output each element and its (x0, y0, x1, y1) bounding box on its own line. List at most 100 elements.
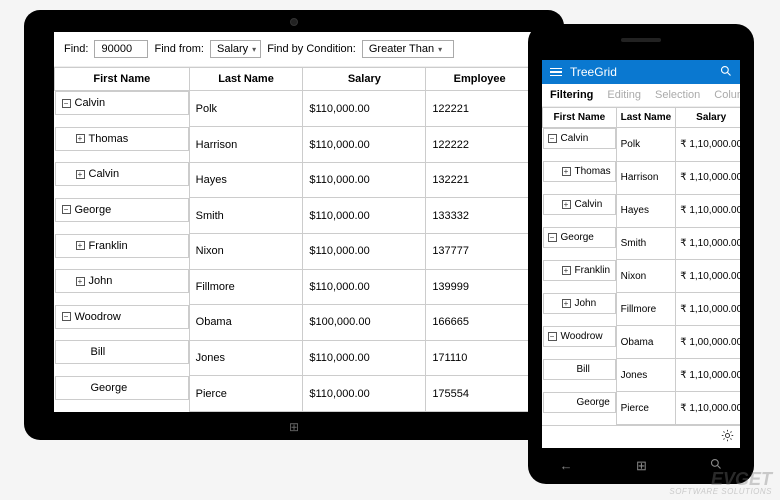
cell-salary: $110,000.00 (303, 198, 426, 234)
find-from-label: Find from: (154, 43, 204, 55)
cell-first-name: George (543, 392, 616, 413)
settings-icon[interactable] (721, 429, 734, 445)
appbar-title: TreeGrid (570, 65, 617, 79)
cell-last-name: Obama (189, 305, 303, 341)
windows-icon[interactable] (289, 420, 299, 434)
tree-grid[interactable]: First Name Last Name Salary Employee −Ca… (54, 67, 534, 412)
phone-device: TreeGrid Filtering Editing Selection Col… (528, 24, 754, 484)
find-label: Find: (64, 43, 88, 55)
cell-salary: ₹ 1,10,000.00 (676, 293, 740, 326)
cell-last-name: Harrison (616, 161, 676, 194)
windows-icon[interactable] (636, 458, 647, 474)
table-row[interactable]: BillJones$110,000.00171110 (55, 340, 534, 376)
tab-selection[interactable]: Selection (655, 89, 700, 101)
cell-last-name: Polk (616, 128, 676, 162)
table-row[interactable]: +JohnFillmore$110,000.00139999 (55, 269, 534, 305)
cell-first-name: −George (55, 198, 189, 222)
table-row[interactable]: +FranklinNixon$110,000.00137777 (55, 234, 534, 270)
cell-salary: $110,000.00 (303, 234, 426, 270)
expand-icon[interactable]: + (76, 277, 85, 286)
table-row[interactable]: −CalvinPolk$110,000.00122221 (55, 91, 534, 127)
cell-first-name: −George (543, 227, 616, 248)
cell-last-name: Polk (189, 91, 303, 127)
cell-first-name: +Calvin (543, 194, 616, 215)
table-row[interactable]: −WoodrowObama₹ 1,00,000.00 (543, 326, 741, 359)
collapse-icon[interactable]: − (62, 99, 71, 108)
back-icon[interactable]: ← (560, 458, 573, 474)
expand-icon[interactable]: + (562, 167, 571, 176)
cell-first-name: +Franklin (55, 234, 189, 258)
table-row[interactable]: −GeorgeSmith₹ 1,10,000.00 (543, 227, 741, 260)
expand-icon[interactable]: + (562, 266, 571, 275)
cell-salary: ₹ 1,10,000.00 (676, 227, 740, 260)
find-from-select[interactable]: Salary ▾ (210, 40, 261, 58)
col-employee[interactable]: Employee (426, 68, 534, 91)
cell-first-name: +Thomas (543, 161, 616, 182)
find-input[interactable]: 90000 (94, 40, 148, 58)
cell-first-name: −Calvin (543, 128, 616, 149)
watermark: EVGET SOFTWARE SOLUTIONS (669, 470, 772, 496)
grid-header-row: First Name Last Name Salary (543, 108, 741, 128)
chevron-down-icon: ▾ (252, 45, 256, 54)
col-salary[interactable]: Salary (303, 68, 426, 91)
table-row[interactable]: +CalvinHayes₹ 1,10,000.00 (543, 194, 741, 227)
col-last-name[interactable]: Last Name (616, 108, 676, 128)
expand-icon[interactable]: + (76, 134, 85, 143)
cell-employee: 133332 (426, 198, 534, 234)
cell-first-name: −Calvin (55, 91, 189, 115)
phone-tree-grid[interactable]: First Name Last Name Salary −CalvinPolk₹… (542, 107, 740, 425)
cell-last-name: Jones (189, 340, 303, 376)
col-last-name[interactable]: Last Name (189, 68, 303, 91)
find-cond-label: Find by Condition: (267, 43, 356, 55)
find-cond-select[interactable]: Greater Than ▾ (362, 40, 454, 58)
tablet-device: Find: 90000 Find from: Salary ▾ Find by … (24, 10, 564, 440)
cell-employee: 175554 (426, 376, 534, 412)
table-row[interactable]: −GeorgeSmith$110,000.00133332 (55, 198, 534, 234)
tab-editing[interactable]: Editing (607, 89, 641, 101)
table-row[interactable]: BillJones₹ 1,10,000.00 (543, 359, 741, 392)
cell-last-name: Hayes (616, 194, 676, 227)
table-row[interactable]: +JohnFillmore₹ 1,10,000.00 (543, 293, 741, 326)
cell-first-name: −Woodrow (543, 326, 616, 347)
phone-speaker (621, 38, 661, 42)
table-row[interactable]: +ThomasHarrison₹ 1,10,000.00 (543, 161, 741, 194)
cell-last-name: Fillmore (616, 293, 676, 326)
cell-employee: 137777 (426, 234, 534, 270)
table-row[interactable]: +FranklinNixon₹ 1,10,000.00 (543, 260, 741, 293)
table-row[interactable]: GeorgePierce₹ 1,10,000.00 (543, 392, 741, 425)
expand-icon[interactable]: + (562, 299, 571, 308)
cell-salary: $110,000.00 (303, 162, 426, 198)
col-first-name[interactable]: First Name (55, 68, 190, 91)
expand-icon[interactable]: + (562, 200, 571, 209)
table-row[interactable]: GeorgePierce$110,000.00175554 (55, 376, 534, 412)
cell-salary: ₹ 1,10,000.00 (676, 359, 740, 392)
collapse-icon[interactable]: − (548, 233, 557, 242)
search-icon[interactable] (720, 65, 732, 80)
table-row[interactable]: −WoodrowObama$100,000.00166665 (55, 305, 534, 341)
cell-salary: $110,000.00 (303, 91, 426, 127)
cell-last-name: Harrison (189, 127, 303, 163)
col-salary[interactable]: Salary (676, 108, 740, 128)
find-from-value: Salary (217, 43, 248, 55)
tablet-screen: Find: 90000 Find from: Salary ▾ Find by … (54, 32, 534, 412)
cell-first-name: +John (55, 269, 189, 293)
col-first-name[interactable]: First Name (543, 108, 617, 128)
cell-last-name: Nixon (616, 260, 676, 293)
collapse-icon[interactable]: − (548, 332, 557, 341)
table-row[interactable]: −CalvinPolk₹ 1,10,000.00 (543, 128, 741, 162)
appbar: TreeGrid (542, 60, 740, 84)
collapse-icon[interactable]: − (62, 205, 71, 214)
cell-salary: ₹ 1,10,000.00 (676, 260, 740, 293)
tablet-camera (290, 18, 298, 26)
table-row[interactable]: +ThomasHarrison$110,000.00122222 (55, 127, 534, 163)
tab-column[interactable]: Column (714, 89, 740, 101)
cell-salary: $110,000.00 (303, 376, 426, 412)
expand-icon[interactable]: + (76, 241, 85, 250)
tabs: Filtering Editing Selection Column (542, 84, 740, 107)
menu-icon[interactable] (550, 66, 562, 79)
expand-icon[interactable]: + (76, 170, 85, 179)
tab-filtering[interactable]: Filtering (550, 89, 593, 101)
collapse-icon[interactable]: − (62, 312, 71, 321)
collapse-icon[interactable]: − (548, 134, 557, 143)
table-row[interactable]: +CalvinHayes$110,000.00132221 (55, 162, 534, 198)
